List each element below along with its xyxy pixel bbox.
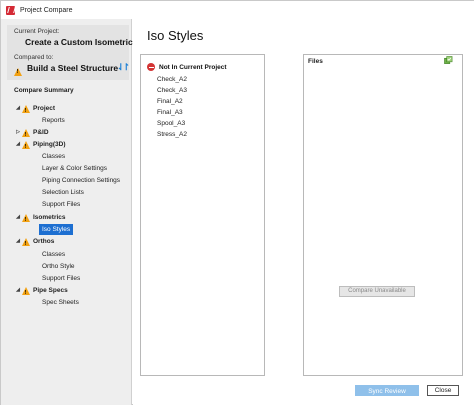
compared-warning-icon	[14, 67, 22, 76]
tree-node-label: Piping(3D)	[33, 141, 66, 148]
not-in-project-icon	[147, 63, 155, 71]
tree-node-label: Orthos	[33, 238, 55, 245]
tree-node-label: Reports	[42, 117, 65, 124]
tree-node-project[interactable]: ◢ Project	[14, 103, 56, 117]
app-logo-icon	[6, 5, 15, 15]
tree-node-label: Support Files	[42, 201, 81, 208]
tree-node-classes[interactable]: Classes	[42, 151, 65, 162]
tree-node-label: Layer & Color Settings	[42, 165, 108, 172]
expanded-caret-icon[interactable]: ◢	[14, 139, 22, 150]
tree-node-support-files[interactable]: Support Files	[42, 199, 80, 210]
warning-icon	[22, 286, 30, 299]
sync-review-button[interactable]: Sync Review	[355, 385, 419, 396]
compare-unavailable-button[interactable]: Compare Unavailable	[339, 286, 415, 297]
title-bar: Project Compare	[1, 1, 474, 19]
styles-list-panel: Not In Current Project Check_A2 Check_A3…	[140, 54, 265, 376]
expanded-caret-icon[interactable]: ◢	[14, 103, 22, 114]
tree-node-reports[interactable]: Reports	[42, 115, 65, 126]
tree-node-spec-sheets[interactable]: Spec Sheets	[42, 297, 79, 308]
tree-node-layer-color-settings[interactable]: Layer & Color Settings	[42, 163, 107, 174]
tree-node-label: Isometrics	[33, 214, 66, 221]
tree-node-label: Project	[33, 105, 56, 112]
tree-node-selection-lists[interactable]: Selection Lists	[42, 187, 84, 198]
tree-node-iso-styles[interactable]: Iso Styles	[39, 224, 74, 235]
tree-node-label: Classes	[42, 153, 66, 160]
page-title: Iso Styles	[147, 28, 204, 43]
not-in-current-project-label: Not In Current Project	[159, 63, 227, 71]
current-project-name: Create a Custom Isometric	[25, 37, 133, 47]
tree-node-orthos[interactable]: ◢ Orthos	[14, 236, 55, 250]
compared-project-name: Build a Steel Structure	[27, 63, 119, 73]
files-panel: Files Compare Unavailable	[303, 54, 463, 376]
tree-node-label: Selection Lists	[42, 189, 84, 196]
list-item[interactable]: Final_A2	[157, 98, 183, 105]
tree-node-label-selected: Iso Styles	[39, 224, 74, 235]
expanded-caret-icon[interactable]: ◢	[14, 212, 22, 223]
tree-node-piping3d[interactable]: ◢ Piping(3D)	[14, 139, 66, 153]
tree-node-label: Pipe Specs	[33, 287, 68, 294]
tree-node-label: Ortho Style	[42, 263, 75, 270]
tree-node-label: Piping Connection Settings	[42, 177, 121, 184]
not-in-current-project-header: Not In Current Project	[147, 63, 227, 71]
warning-icon	[22, 140, 30, 153]
project-compare-window: Project Compare Current Project: Create …	[0, 0, 474, 405]
tree-node-piping-connection-settings[interactable]: Piping Connection Settings	[42, 175, 120, 186]
warning-icon	[22, 128, 30, 141]
tree-node-orthos-support-files[interactable]: Support Files	[42, 273, 80, 284]
tree-node-label: P&ID	[33, 129, 49, 136]
tree-node-orthos-classes[interactable]: Classes	[42, 249, 65, 260]
list-item[interactable]: Spool_A3	[157, 120, 185, 127]
warning-icon	[22, 213, 30, 226]
close-button[interactable]: Close	[427, 385, 459, 396]
list-item[interactable]: Stress_A2	[157, 131, 187, 138]
sidebar: Current Project: Create a Custom Isometr…	[1, 19, 133, 405]
files-label: Files	[308, 58, 323, 65]
warning-icon	[22, 104, 30, 117]
tree-node-label: Spec Sheets	[42, 299, 79, 306]
current-project-label: Current Project:	[14, 28, 60, 35]
tree-node-isometrics[interactable]: ◢ Isometrics	[14, 212, 66, 226]
window-title: Project Compare	[20, 6, 73, 14]
compared-to-label: Compared to:	[14, 54, 54, 61]
tree-node-ortho-style[interactable]: Ortho Style	[42, 261, 75, 272]
tree-node-pid[interactable]: ▷ P&ID	[14, 127, 49, 141]
collapsed-caret-icon[interactable]: ▷	[14, 127, 22, 138]
tree-node-label: Classes	[42, 251, 66, 258]
swap-projects-icon[interactable]: ⇃↾	[117, 62, 130, 73]
expanded-caret-icon[interactable]: ◢	[14, 285, 22, 296]
compare-summary-title: Compare Summary	[14, 87, 74, 94]
tree-node-pipe-specs[interactable]: ◢ Pipe Specs	[14, 285, 68, 299]
list-item[interactable]: Check_A2	[157, 76, 187, 83]
list-item[interactable]: Final_A3	[157, 109, 183, 116]
list-item[interactable]: Check_A3	[157, 87, 187, 94]
warning-icon	[22, 237, 30, 250]
expanded-caret-icon[interactable]: ◢	[14, 236, 22, 247]
main-content: Iso Styles Not In Current Project Check_…	[133, 19, 474, 405]
tree-node-label: Support Files	[42, 275, 81, 282]
files-compare-icon[interactable]	[444, 56, 453, 65]
dialog-footer: Sync Review Close	[133, 376, 474, 405]
